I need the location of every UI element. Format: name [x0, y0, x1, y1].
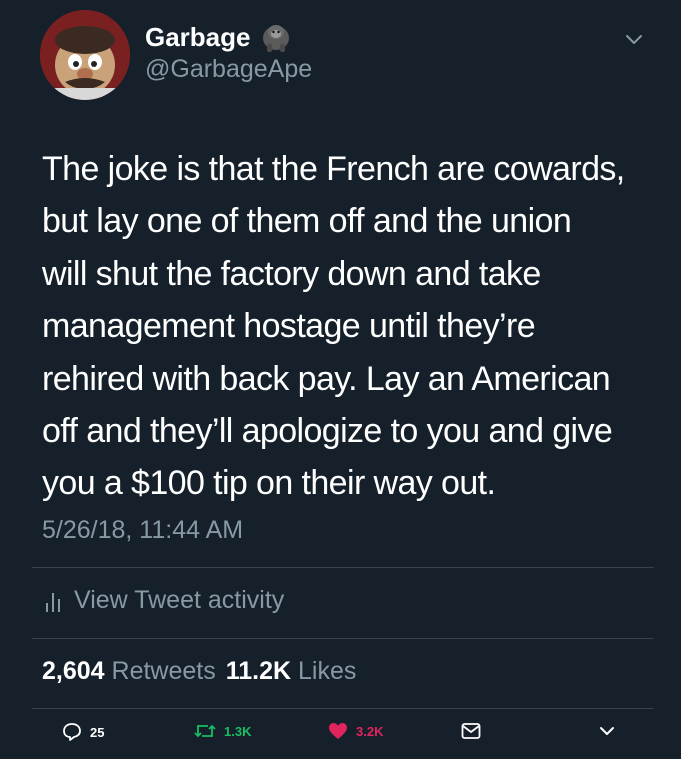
chevron-down-icon[interactable]: [623, 28, 645, 50]
tweet-line: but lay one of them off and the union: [42, 202, 572, 241]
user-handle[interactable]: @GarbageApe: [145, 55, 312, 84]
reply-count: 25: [90, 724, 105, 740]
like-button[interactable]: 3.2K: [328, 722, 383, 740]
reply-button[interactable]: 25: [62, 722, 104, 742]
chevron-down-icon: [600, 727, 614, 735]
divider: [32, 708, 654, 709]
retweet-count: 1.3K: [224, 723, 252, 739]
ape-emoji-icon: [262, 25, 289, 52]
bar-chart-icon: [46, 592, 60, 612]
retweet-icon: [194, 724, 216, 738]
tweet-line: rehired with back pay. Lay an American: [42, 359, 611, 398]
retweet-button[interactable]: 1.3K: [194, 722, 251, 740]
likes-label: Likes: [298, 657, 357, 685]
likes-count: 11.2K: [225, 657, 292, 685]
reply-icon: [63, 723, 81, 741]
direct-message-button[interactable]: [461, 722, 481, 740]
heart-icon: [329, 723, 347, 739]
likes-stat[interactable]: 11.2K Likes: [226, 657, 357, 686]
tweet-line: The joke is that the French are cowards,: [42, 150, 625, 188]
mail-icon: [461, 723, 481, 739]
tweet-line: off and they’ll apologize to you and giv…: [42, 412, 613, 451]
tweet-line: will shut the factory down and take: [42, 254, 541, 293]
avatar[interactable]: [40, 10, 130, 100]
divider: [32, 638, 654, 639]
retweets-label: Retweets: [111, 657, 216, 685]
tweet-stats: 2,604 Retweets 11.2K Likes: [42, 657, 356, 686]
like-count: 3.2K: [356, 723, 384, 739]
retweets-count: 2,604: [42, 657, 105, 685]
view-tweet-activity-link[interactable]: View Tweet activity: [44, 586, 284, 615]
tweet-text: The joke is that the French are cowards,…: [42, 143, 662, 510]
action-bar: 25 1.3K 3.2K: [0, 722, 681, 759]
tweet-line: you a $100 tip on their way out.: [42, 464, 496, 503]
display-name[interactable]: Garbage: [145, 20, 293, 54]
retweets-stat[interactable]: 2,604 Retweets: [42, 657, 216, 686]
tweet-timestamp[interactable]: 5/26/18, 11:44 AM: [42, 516, 243, 545]
tweet-line: management hostage until they’re: [42, 307, 536, 346]
display-name-text: Garbage: [145, 21, 251, 52]
more-options-button[interactable]: [598, 722, 616, 740]
divider: [32, 567, 654, 568]
avatar-image: [40, 10, 130, 100]
view-tweet-activity-label: View Tweet activity: [74, 586, 285, 614]
